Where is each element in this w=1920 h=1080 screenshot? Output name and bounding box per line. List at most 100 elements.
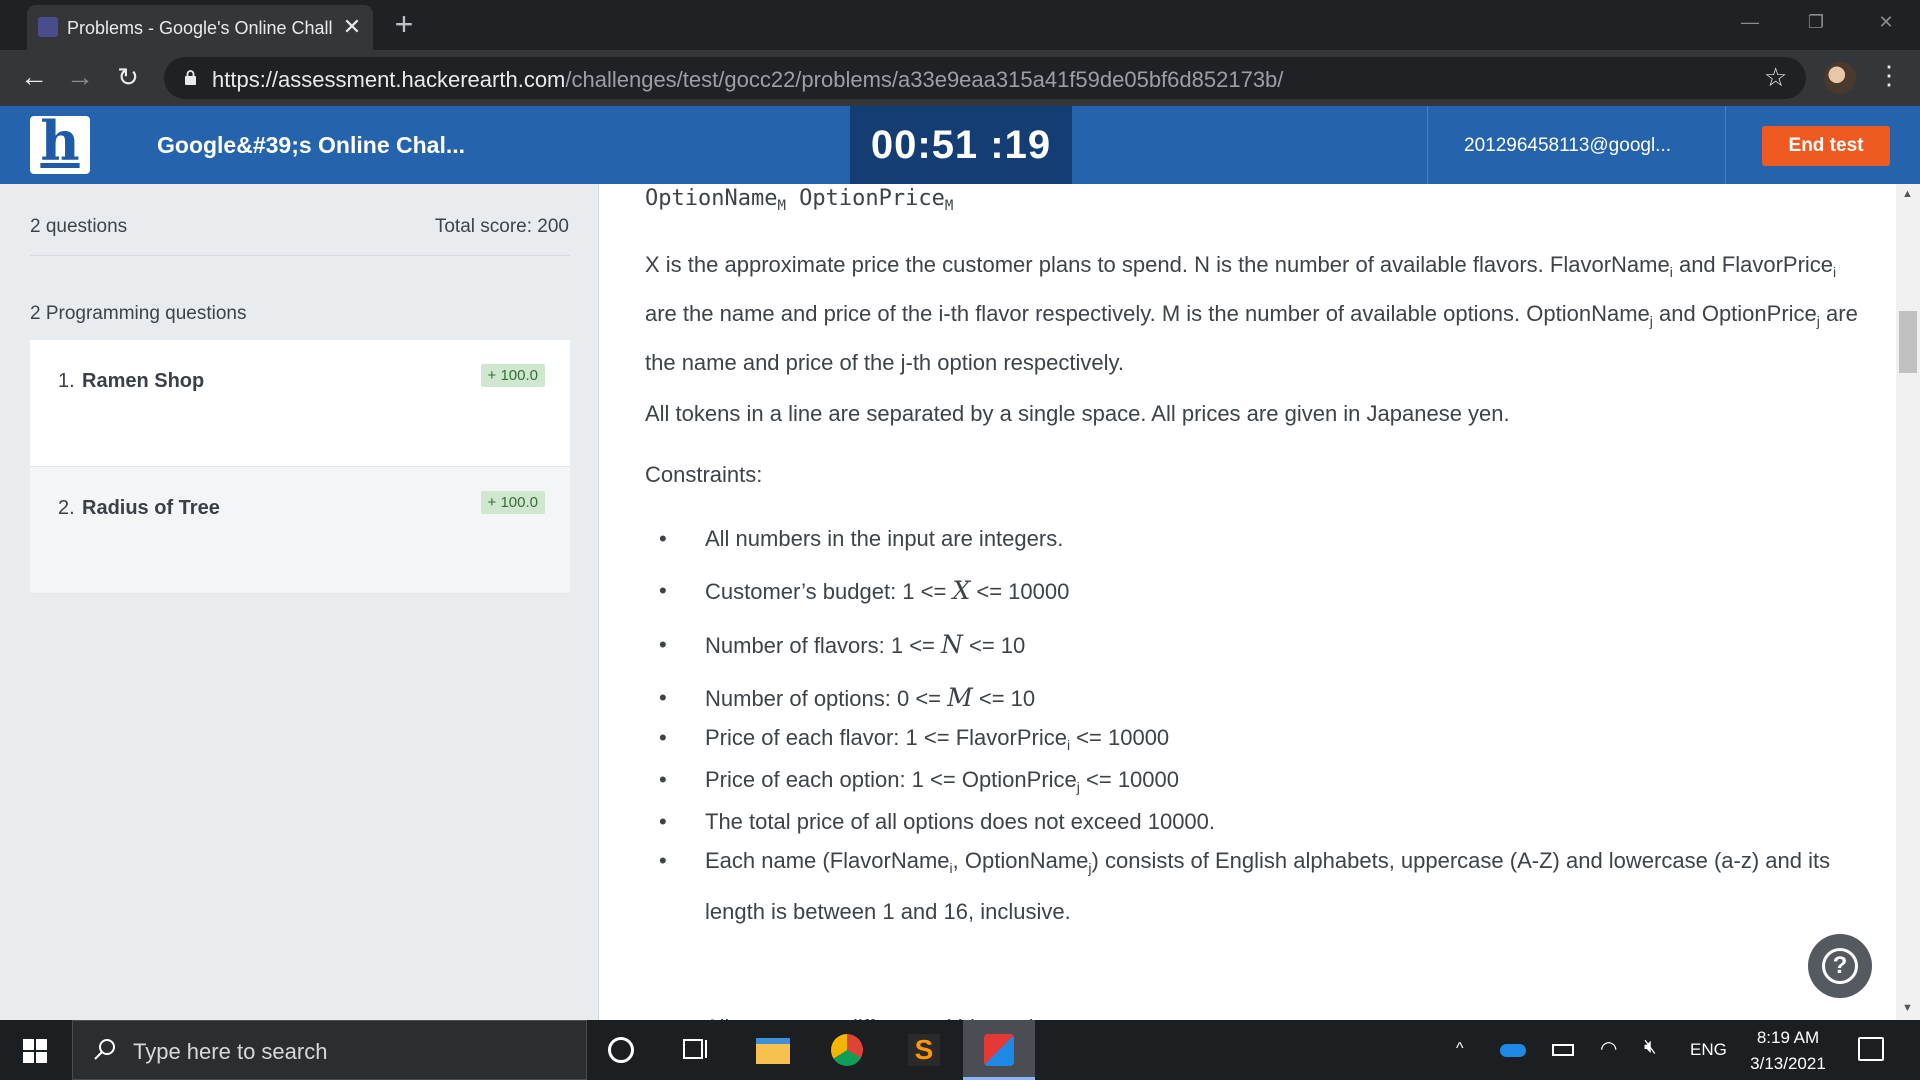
window-close-button[interactable]: ✕ xyxy=(1862,5,1910,39)
text-segment: <= 10 xyxy=(972,686,1036,711)
constraint-text: Customer’s budget: 1 <= X <= 10000 xyxy=(705,569,1845,614)
hackerearth-logo[interactable]: h xyxy=(30,109,90,174)
text-segment: Price of each flavor: 1 <= FlavorPrice xyxy=(705,725,1067,750)
question-card-radius-of-tree[interactable]: 2. Radius of Tree + 100.0 xyxy=(30,467,570,594)
constraint-text: The total price of all options does not … xyxy=(705,809,1216,834)
logo-letter: h xyxy=(40,109,80,173)
scroll-down-arrow-icon[interactable]: ▼ xyxy=(1902,1002,1913,1014)
constraint-text: All names are different within each test… xyxy=(705,1006,1845,1020)
constraint-text: Number of options: 0 <= M <= 10 xyxy=(705,676,1845,721)
chrome-icon[interactable] xyxy=(831,1034,863,1066)
text-segment: and OptionPrice xyxy=(1652,301,1817,326)
question-number: 1. xyxy=(58,370,75,392)
show-hidden-icons-icon[interactable]: ^ xyxy=(1456,1040,1464,1058)
text-segment: <= 10 xyxy=(962,633,1026,658)
profile-avatar[interactable] xyxy=(1824,62,1856,94)
back-button[interactable]: ← xyxy=(16,60,52,96)
text-segment: , OptionName xyxy=(952,848,1089,873)
sidebar-divider xyxy=(30,255,570,256)
volume-muted-icon[interactable]: 🔇︎ xyxy=(1644,1036,1657,1059)
onedrive-icon[interactable] xyxy=(1500,1044,1526,1057)
tokens-description: All tokens in a line are separated by a … xyxy=(645,401,1510,426)
text-segment: Number of flavors: 1 <= xyxy=(705,633,941,658)
user-email[interactable]: 201296458113@googl... xyxy=(1464,135,1671,157)
variables-description: X is the approximate price the customer … xyxy=(645,244,1865,384)
text-segment: Customer’s budget: 1 <= xyxy=(705,579,953,604)
wifi-icon[interactable]: ◠ xyxy=(1600,1036,1617,1061)
text-segment: X is the approximate price the customer … xyxy=(645,252,1670,277)
browser-tab[interactable]: Problems - Google's Online Chall ✕ xyxy=(27,5,373,50)
taskbar-active-app[interactable] xyxy=(963,1020,1035,1080)
address-bar[interactable]: https://assessment.hackerearth.com/chall… xyxy=(164,57,1806,99)
var-option-name: OptionName xyxy=(645,186,778,211)
cortana-icon[interactable] xyxy=(608,1037,634,1063)
new-tab-button[interactable]: + xyxy=(388,8,420,40)
text-segment: Each name (FlavorName xyxy=(705,848,950,873)
math-variable: N xyxy=(941,630,963,659)
star-icon[interactable]: ☆ xyxy=(1764,62,1787,93)
forward-button[interactable]: → xyxy=(62,60,98,96)
help-icon: ? xyxy=(1822,948,1858,984)
window-minimize-button[interactable]: — xyxy=(1726,5,1774,39)
tab-favicon-icon xyxy=(38,17,58,37)
app-header: h Google&#39;s Online Chal... 00:51 :19 … xyxy=(0,106,1920,184)
question-name: Radius of Tree xyxy=(82,497,220,519)
start-button[interactable] xyxy=(0,1020,70,1080)
text-segment: <= 10000 xyxy=(1070,725,1170,750)
taskbar-search[interactable]: Type here to search xyxy=(72,1020,587,1080)
text-segment: <= 10000 xyxy=(1079,767,1180,792)
question-card-ramen-shop[interactable]: 1. Ramen Shop + 100.0 xyxy=(30,340,570,467)
text-segment: <= 10000 xyxy=(970,579,1070,604)
file-explorer-icon[interactable] xyxy=(756,1038,790,1064)
question-number: 2. xyxy=(58,497,75,519)
page-scrollbar[interactable]: ▲ ▼ xyxy=(1896,184,1920,1020)
battery-icon[interactable] xyxy=(1552,1044,1574,1056)
windows-logo-icon xyxy=(36,1039,47,1050)
countdown-timer: 00:51 :19 xyxy=(850,106,1072,184)
input-language[interactable]: ENG xyxy=(1690,1040,1727,1060)
question-name: Ramen Shop xyxy=(82,370,205,392)
tab-close-icon[interactable]: ✕ xyxy=(340,14,364,40)
input-format-line: OptionNameM OptionPriceM xyxy=(645,186,953,214)
notifications-icon[interactable] xyxy=(1858,1037,1884,1061)
problem-statement: OptionNameM OptionPriceM X is the approx… xyxy=(600,184,1896,1020)
text-segment: Number of options: 0 <= xyxy=(705,686,948,711)
clock-time[interactable]: 8:19 AM xyxy=(1752,1028,1824,1048)
clock-date[interactable]: 3/13/2021 xyxy=(1740,1054,1836,1074)
var-option-price: OptionPrice xyxy=(799,186,945,211)
text-segment: Price of each option: 1 <= OptionPrice xyxy=(705,767,1077,792)
var-subscript: M xyxy=(777,198,786,214)
header-divider xyxy=(1725,106,1726,184)
header-divider xyxy=(1427,106,1428,184)
math-variable: M xyxy=(947,683,973,712)
help-button[interactable]: ? xyxy=(1808,934,1872,998)
math-variable: X xyxy=(952,576,971,605)
reload-button[interactable]: ↻ xyxy=(110,60,146,96)
window-restore-button[interactable]: ❐ xyxy=(1792,5,1840,39)
var-subscript: M xyxy=(944,198,954,214)
windows-logo-icon xyxy=(23,1039,34,1050)
programming-questions-heading: 2 Programming questions xyxy=(30,303,247,324)
question-score-badge: + 100.0 xyxy=(480,491,545,514)
scrollbar-thumb[interactable] xyxy=(1899,311,1917,373)
challenge-title: Google&#39;s Online Chal... xyxy=(157,132,466,158)
text-segment: are the name and price of the i-th flavo… xyxy=(645,301,1650,326)
url-host: https://assessment.hackerearth.com xyxy=(212,67,566,92)
url-text: https://assessment.hackerearth.com/chall… xyxy=(212,67,1283,93)
search-placeholder: Type here to search xyxy=(133,1039,328,1064)
subscript: i xyxy=(1833,264,1837,280)
windows-logo-icon xyxy=(23,1052,34,1063)
menu-icon[interactable]: ⋮ xyxy=(1876,60,1902,91)
end-test-button[interactable]: End test xyxy=(1762,126,1890,166)
task-view-icon[interactable] xyxy=(680,1034,712,1066)
scroll-up-arrow-icon[interactable]: ▲ xyxy=(1902,188,1913,200)
search-icon xyxy=(94,1039,115,1060)
constraint-text: Number of flavors: 1 <= N <= 10 xyxy=(705,623,1845,668)
question-count: 2 questions xyxy=(30,216,128,237)
snipping-tool-icon xyxy=(984,1034,1014,1066)
sublime-text-icon[interactable]: S xyxy=(908,1034,940,1066)
constraint-text: All numbers in the input are integers. xyxy=(705,526,1064,551)
text-segment: and FlavorPrice xyxy=(1672,252,1834,277)
windows-taskbar: Type here to search S ^ ◠ 🔇︎ ENG 8:19 AM… xyxy=(0,1020,1920,1080)
windows-logo-icon xyxy=(36,1052,47,1063)
